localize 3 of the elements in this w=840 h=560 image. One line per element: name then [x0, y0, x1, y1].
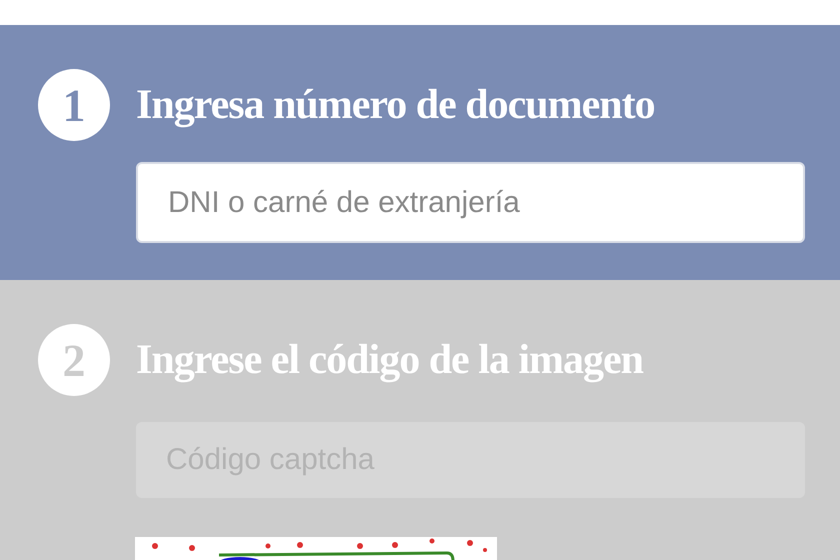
step-title: Ingresa número de documento	[136, 84, 655, 126]
step-number: 1	[38, 69, 110, 141]
input-field[interactable]: DNI o carné de extranjería	[136, 162, 805, 243]
